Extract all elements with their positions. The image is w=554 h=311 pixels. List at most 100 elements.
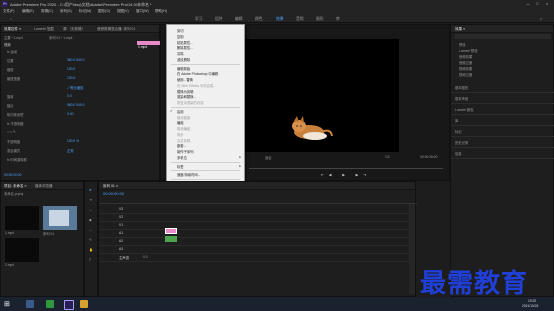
context-menu-item[interactable]: 波纹删除	[177, 57, 190, 62]
timeline-scrollbar[interactable]	[409, 204, 415, 294]
effects-folder-item[interactable]: 音频效果	[459, 54, 472, 59]
effect-row-value[interactable]: 100.0	[67, 67, 75, 71]
right-panel-section[interactable]: 标记	[455, 129, 462, 134]
right-panel-section[interactable]: 基本图形	[455, 85, 468, 90]
track-select-icon[interactable]: ⇥	[89, 198, 92, 202]
effect-row-value[interactable]: 960.0 540.0	[67, 103, 84, 107]
right-panel-section[interactable]: 信息	[455, 151, 462, 156]
close-button[interactable]: ×	[546, 1, 548, 6]
context-menu-item[interactable]: 剪切	[177, 28, 184, 33]
pen-tool-icon[interactable]: ✎	[89, 238, 92, 242]
clip-thumb-2[interactable]	[43, 206, 77, 230]
master-volume-value[interactable]: 0.0	[143, 255, 148, 259]
ws-assembly[interactable]: 组件	[215, 17, 223, 22]
effects-folder-item[interactable]: 音频过渡	[459, 60, 472, 65]
effect-row-value[interactable]: ✓ 等比缩放	[67, 85, 83, 90]
context-menu-item[interactable]: 速度/持续时间...	[177, 172, 200, 177]
source-label[interactable]: 主要 * 1.mp4	[4, 35, 23, 40]
tab-effects[interactable]: 效果 ≡	[455, 27, 465, 32]
context-menu-item[interactable]: 在 Adobe Photoshop 中编辑	[177, 71, 218, 76]
clip-thumb-1[interactable]	[5, 206, 39, 230]
track-header[interactable]: A3	[119, 247, 123, 251]
timeline-clip-v1[interactable]	[165, 228, 177, 234]
context-menu-item[interactable]: 清除	[177, 51, 184, 56]
track-header[interactable]: 主声道	[119, 255, 129, 260]
menu-clip[interactable]: 剪辑(C)	[41, 9, 53, 14]
tab-media-browser[interactable]: 媒体浏览器	[35, 184, 53, 189]
track-header[interactable]: V1	[119, 223, 123, 227]
maximize-button[interactable]: □	[536, 1, 538, 6]
menu-file[interactable]: 文件(F)	[3, 9, 14, 14]
ws-graphics[interactable]: 图形	[316, 17, 324, 22]
ws-effects[interactable]: 效果	[276, 17, 284, 22]
right-panel-section[interactable]: Lumetri 颜色	[455, 107, 474, 112]
start-icon[interactable]: ⊞	[4, 300, 10, 308]
taskbar-app-premiere-icon[interactable]	[64, 300, 74, 310]
context-menu-item[interactable]: 粘贴属性...	[177, 40, 193, 45]
context-menu-item[interactable]: 渲染和替换...	[177, 94, 196, 99]
menu-view[interactable]: 视图(V)	[117, 9, 129, 14]
tab-source[interactable]: 源:（无剪辑）	[63, 27, 85, 32]
effect-row-value[interactable]: 0.0	[67, 94, 72, 98]
home-icon[interactable]: ⌂	[10, 17, 12, 21]
ws-audio[interactable]: 音频	[296, 17, 304, 22]
track-header[interactable]: A2	[119, 239, 123, 243]
track-header[interactable]: A1	[119, 231, 123, 235]
effects-folder-item[interactable]: 预设	[459, 42, 466, 47]
context-menu-item[interactable]: 启用	[177, 109, 184, 114]
effect-row-value[interactable]: 100.0	[67, 76, 75, 80]
effect-row-value[interactable]: 960.0 540.0	[67, 58, 84, 62]
context-menu-item[interactable]: 替换为剪辑	[177, 89, 193, 94]
context-menu-item[interactable]: 删除属性...	[177, 45, 193, 50]
ws-learn[interactable]: 学习	[195, 17, 203, 22]
effect-row-value[interactable]: 100.0 %	[67, 139, 79, 143]
context-menu-item[interactable]: 编组	[177, 120, 184, 125]
track-header[interactable]: V3	[119, 207, 123, 211]
tab-project[interactable]: 项目: 未命名 ≡	[4, 184, 26, 189]
tab-audio-mixer[interactable]: 音频剪辑混合器: 序列 01	[97, 27, 135, 32]
ws-editing[interactable]: 编辑	[235, 17, 243, 22]
menu-graphics[interactable]: 图形(G)	[98, 9, 110, 14]
search-icon[interactable]: ⌕	[540, 17, 542, 21]
ec-timecode[interactable]: 00:00:00:00	[4, 173, 21, 177]
track-header[interactable]: V2	[119, 215, 123, 219]
type-tool-icon[interactable]: T	[89, 258, 91, 262]
clip-thumb-3[interactable]	[5, 238, 39, 262]
fit-dropdown[interactable]: 适合	[265, 155, 272, 160]
context-menu-item[interactable]: 多机位	[177, 155, 187, 160]
right-panel-section[interactable]: 库	[455, 118, 458, 123]
tab-sequence[interactable]: 序列 01 ≡	[103, 184, 118, 189]
taskbar-app-explorer-icon[interactable]	[26, 300, 34, 308]
scrub-bar[interactable]	[249, 168, 443, 169]
effects-folder-item[interactable]: 视频过渡	[459, 72, 472, 77]
context-menu-item[interactable]: 使用...替换	[177, 77, 193, 82]
effects-folder-item[interactable]: 视频效果	[459, 66, 472, 71]
taskbar-app-folder-icon[interactable]	[80, 300, 88, 308]
context-menu-item[interactable]: 嵌套...	[177, 143, 186, 148]
menu-window[interactable]: 窗口(W)	[136, 9, 149, 14]
context-menu-item[interactable]: 编辑原始	[177, 66, 190, 71]
context-menu-item[interactable]: 制作子序列	[177, 149, 193, 154]
right-panel-section[interactable]: 基本声音	[455, 96, 468, 101]
context-menu-item[interactable]: 复制	[177, 34, 184, 39]
effect-row-value[interactable]: 0.00	[67, 112, 73, 116]
menu-help[interactable]: 帮助(H)	[155, 9, 167, 14]
right-panel-section[interactable]: 历史记录	[455, 140, 468, 145]
tab-lumetri-scopes[interactable]: Lumetri 范围	[34, 27, 54, 32]
minimize-button[interactable]: —	[526, 1, 530, 6]
sequence-label[interactable]: 序列 01 * 1.mp4	[49, 35, 72, 40]
slip-tool-icon[interactable]: ↔	[89, 228, 92, 232]
menu-edit[interactable]: 编辑(E)	[22, 9, 34, 14]
timeline-timecode[interactable]: 00:00:00:00	[103, 191, 124, 196]
razor-tool-icon[interactable]: ◆	[89, 218, 92, 222]
menu-marker[interactable]: 标记(M)	[79, 9, 91, 14]
timeline-clip-a1[interactable]	[165, 236, 177, 242]
selection-tool-icon[interactable]: ➤	[89, 188, 92, 192]
effect-row-value[interactable]: 正常	[67, 148, 74, 153]
effects-folder-item[interactable]: Lumetri 预设	[459, 48, 478, 53]
resolution-dropdown[interactable]: 1/2	[385, 155, 390, 159]
hand-tool-icon[interactable]: ✋	[89, 248, 93, 252]
ws-color[interactable]: 颜色	[255, 17, 263, 22]
context-menu-item[interactable]: 标签	[177, 164, 184, 169]
taskbar-app-chrome-icon[interactable]	[46, 300, 54, 308]
